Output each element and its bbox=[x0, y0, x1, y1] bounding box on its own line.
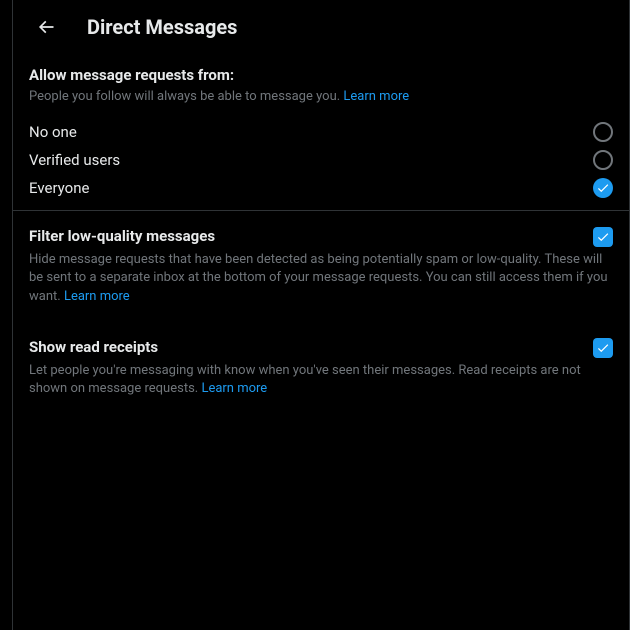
allow-requests-section: Allow message requests from: People you … bbox=[13, 54, 629, 118]
radio-label: Everyone bbox=[29, 179, 89, 197]
receipts-section: Show read receipts Let people you're mes… bbox=[13, 322, 629, 414]
receipts-learn-more-link[interactable]: Learn more bbox=[201, 381, 267, 396]
radio-indicator bbox=[593, 150, 613, 170]
receipts-title: Show read receipts bbox=[29, 338, 158, 356]
receipts-desc: Let people you're messaging with know wh… bbox=[29, 362, 613, 398]
settings-page: Direct Messages Allow message requests f… bbox=[12, 0, 630, 630]
radio-option-no-one[interactable]: No one bbox=[13, 118, 629, 146]
page-header: Direct Messages bbox=[13, 0, 629, 54]
radio-option-verified-users[interactable]: Verified users bbox=[13, 146, 629, 174]
filter-checkbox[interactable] bbox=[593, 227, 613, 247]
allow-requests-learn-more-link[interactable]: Learn more bbox=[343, 89, 409, 104]
page-title: Direct Messages bbox=[87, 15, 237, 39]
arrow-left-icon bbox=[36, 17, 56, 37]
filter-desc: Hide message requests that have been det… bbox=[29, 251, 613, 306]
filter-learn-more-link[interactable]: Learn more bbox=[64, 289, 130, 304]
radio-label: Verified users bbox=[29, 151, 120, 169]
allow-requests-desc: People you follow will always be able to… bbox=[29, 88, 613, 106]
check-icon bbox=[596, 181, 610, 195]
check-icon bbox=[596, 341, 610, 355]
radio-indicator-checked bbox=[593, 178, 613, 198]
filter-title: Filter low-quality messages bbox=[29, 227, 215, 245]
filter-toggle-row[interactable]: Filter low-quality messages bbox=[29, 227, 613, 247]
radio-indicator bbox=[593, 122, 613, 142]
radio-option-everyone[interactable]: Everyone bbox=[13, 174, 629, 202]
check-icon bbox=[596, 230, 610, 244]
back-button[interactable] bbox=[29, 10, 63, 44]
allow-requests-desc-text: People you follow will always be able to… bbox=[29, 89, 343, 104]
receipts-desc-text: Let people you're messaging with know wh… bbox=[29, 363, 581, 396]
receipts-checkbox[interactable] bbox=[593, 338, 613, 358]
receipts-toggle-row[interactable]: Show read receipts bbox=[29, 338, 613, 358]
filter-section: Filter low-quality messages Hide message… bbox=[13, 211, 629, 322]
allow-requests-title: Allow message requests from: bbox=[29, 66, 613, 84]
radio-label: No one bbox=[29, 123, 77, 141]
